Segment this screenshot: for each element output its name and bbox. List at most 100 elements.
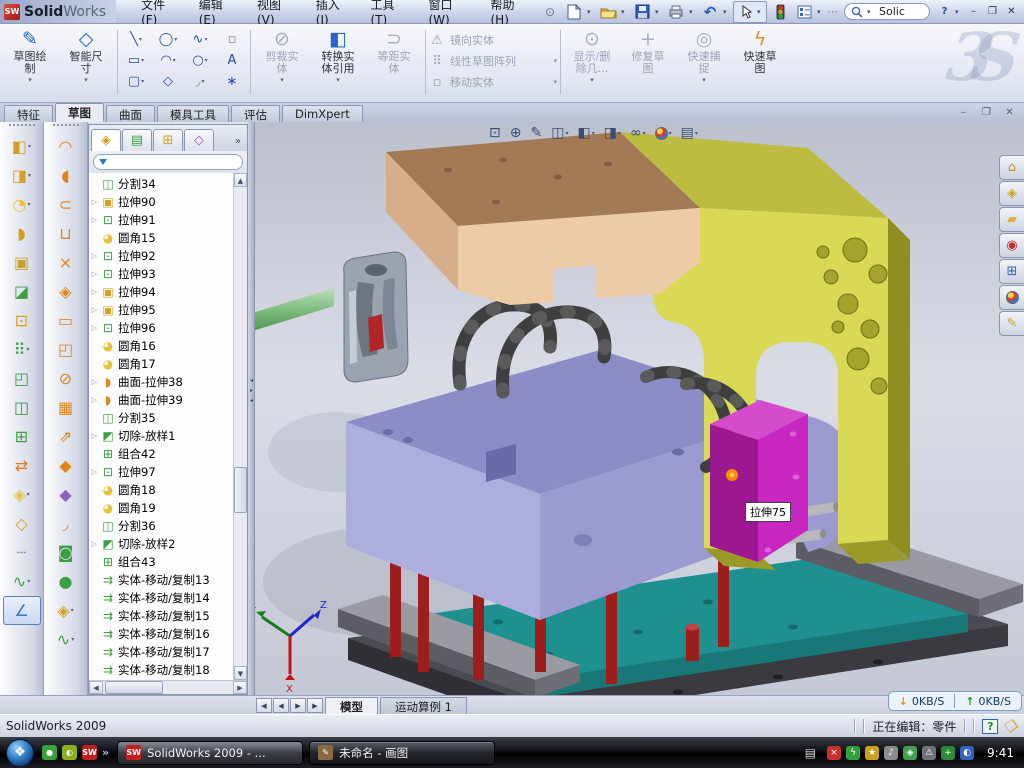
tray-language[interactable]: ◐ — [960, 746, 974, 760]
tray-sync[interactable]: ◈ — [903, 746, 917, 760]
save-icon[interactable] — [631, 2, 653, 22]
features-tool-12[interactable]: ◈▾ — [3, 480, 41, 509]
sketch-entity-tool-1-1[interactable]: ◠▾ — [153, 51, 183, 70]
help-button[interactable]: ? — [936, 4, 953, 19]
splitter-arrows[interactable]: ◂▸◂ — [248, 377, 255, 404]
surfaces-tool-17[interactable]: ∿▾ — [47, 625, 85, 654]
tree-item-分割36[interactable]: ◫分割36 — [89, 517, 233, 535]
toolbar-grip[interactable] — [53, 124, 79, 129]
dropdown-arrow-icon[interactable]: ▾ — [84, 76, 88, 84]
panel-splitter[interactable]: ◂▸◂ — [248, 122, 255, 695]
tree-item-圆角15[interactable]: ◕圆角15 — [89, 229, 233, 247]
surfaces-tool-4[interactable]: × — [47, 248, 85, 277]
rebuild-traffic-light-icon[interactable] — [769, 2, 791, 22]
tray-network-warning[interactable]: ⚠ — [922, 746, 936, 760]
part-green-bar[interactable] — [248, 288, 334, 336]
sketch-entity-tool-0-2[interactable]: ∿▾ — [185, 30, 215, 49]
ribbon-button-sketch[interactable]: ✎草图绘制▾ — [2, 26, 58, 84]
ribbon-button-display-delete-relations[interactable]: ⊙显示/删除几...▾ — [564, 26, 620, 84]
doc-restore-button[interactable]: ❐ — [978, 105, 995, 120]
taskpane-solidworks-resources[interactable]: ⌂ — [999, 155, 1024, 180]
print-icon[interactable] — [665, 2, 687, 22]
features-tool-15[interactable]: ∿▾ — [3, 567, 41, 596]
expand-arrow-icon[interactable]: ▷ — [89, 468, 100, 476]
featuremanager-tab[interactable]: ◈ — [91, 129, 121, 151]
sketch-entity-tool-2-0[interactable]: ▢▾ — [121, 72, 151, 91]
scrollbar-thumb[interactable] — [234, 467, 247, 513]
tray-defender[interactable]: + — [941, 746, 955, 760]
headsup-section-view[interactable]: ◫▾ — [548, 123, 571, 143]
dropdown-arrow-icon[interactable]: ▾ — [71, 607, 74, 614]
status-help-button[interactable]: ? — [982, 719, 998, 734]
dropdown-arrow-icon[interactable]: ▾ — [141, 78, 144, 85]
sketch-entity-tool-2-3[interactable]: ∗ — [217, 72, 247, 91]
quick-launch-solidworks[interactable]: SW — [82, 745, 97, 760]
propertymanager-tab[interactable]: ▤ — [122, 129, 152, 151]
select-tool[interactable]: ▾ — [733, 1, 767, 23]
headsup-zoom-to-area[interactable]: ⊕ — [507, 123, 525, 143]
scroll-right-arrow[interactable]: ▶ — [233, 681, 247, 694]
surfaces-tool-11[interactable]: ◆ — [47, 451, 85, 480]
tree-filter-input[interactable] — [93, 154, 243, 170]
toolbar-grip[interactable] — [9, 124, 35, 129]
expand-arrow-icon[interactable]: ▷ — [89, 324, 100, 332]
expand-arrow-icon[interactable]: ▷ — [89, 216, 100, 224]
features-tool-10[interactable]: ⊞ — [3, 422, 41, 451]
ribbon-button-move-entities[interactable]: ▫移动实体▾ — [429, 73, 557, 91]
save-dropdown[interactable]: ▾ — [655, 8, 663, 16]
taskpane-design-library[interactable]: ◈ — [999, 181, 1024, 206]
features-tool-4[interactable]: ▣ — [3, 248, 41, 277]
surfaces-tool-6[interactable]: ▭ — [47, 306, 85, 335]
sketch-entity-tool-2-2[interactable]: ◞▾ — [185, 72, 215, 91]
tree-item-圆角18[interactable]: ◕圆角18 — [89, 481, 233, 499]
quick-launch-more[interactable]: » — [102, 746, 109, 759]
undo-dropdown[interactable]: ▾ — [723, 8, 731, 16]
surfaces-tool-15[interactable]: ● — [47, 567, 85, 596]
tree-item-切除-放样2[interactable]: ▷◩切除-放样2 — [89, 535, 233, 553]
dropdown-arrow-icon[interactable]: ▾ — [28, 172, 31, 179]
quick-launch-messenger[interactable]: ● — [42, 745, 57, 760]
tree-item-实体-移动/复制14[interactable]: ⇉实体-移动/复制14 — [89, 589, 233, 607]
dropdown-arrow-icon[interactable]: ▾ — [27, 201, 30, 208]
ribbon-button-linear-sketch-pattern[interactable]: ⠿线性草图阵列▾ — [429, 52, 557, 70]
tree-item-组合42[interactable]: ⊞组合42 — [89, 445, 233, 463]
tree-item-实体-移动/复制17[interactable]: ⇉实体-移动/复制17 — [89, 643, 233, 661]
tree-item-拉伸93[interactable]: ▷⊡拉伸93 — [89, 265, 233, 283]
features-tool-9[interactable]: ◫ — [3, 393, 41, 422]
features-tool-13[interactable]: ◇ — [3, 509, 41, 538]
tree-item-切除-放样1[interactable]: ▷◩切除-放样1 — [89, 427, 233, 445]
tree-item-曲面-拉伸38[interactable]: ▷◗曲面-拉伸38 — [89, 373, 233, 391]
surfaces-tool-1[interactable]: ◖ — [47, 161, 85, 190]
dropdown-arrow-icon[interactable]: ▾ — [280, 76, 284, 84]
features-tool-2[interactable]: ◔▾ — [3, 190, 41, 219]
graphics-viewport[interactable]: Y Z X ⊡⊕✎◫▾◧▾◨▾∞▾▾▤▾ 拉伸75 ◂▸◂ ⌂◈▰◉⊞✎ — [248, 122, 1024, 695]
scrollbar-thumb[interactable] — [105, 681, 163, 694]
features-tool-14[interactable]: ┄ — [3, 538, 41, 567]
search-box[interactable]: ▾ Solic — [844, 3, 930, 20]
tree-horizontal-scrollbar[interactable]: ◀ ▶ — [89, 680, 247, 694]
features-tool-1[interactable]: ◨▾ — [3, 161, 41, 190]
expand-arrow-icon[interactable]: ▷ — [89, 396, 100, 404]
expand-arrow-icon[interactable]: ▷ — [89, 270, 100, 278]
sketch-entity-tool-0-1[interactable]: ◯▾ — [153, 30, 183, 49]
part-gray-clamp[interactable] — [344, 252, 408, 382]
headsup-scene[interactable]: ▤▾ — [678, 123, 701, 143]
features-tool-8[interactable]: ◰ — [3, 364, 41, 393]
configurationmanager-tab[interactable]: ⊞ — [153, 129, 183, 151]
tree-item-分割35[interactable]: ◫分割35 — [89, 409, 233, 427]
ribbon-button-convert-entities[interactable]: ◧转换实体引用▾ — [310, 26, 366, 84]
tree-item-拉伸97[interactable]: ▷⊡拉伸97 — [89, 463, 233, 481]
ribbon-button-repair-sketch[interactable]: +修复草图 — [620, 26, 676, 75]
dropdown-arrow-icon[interactable]: ▾ — [553, 57, 557, 65]
new-document-icon[interactable] — [563, 2, 585, 22]
app-close-button[interactable]: ✕ — [1003, 4, 1020, 19]
dropdown-arrow-icon[interactable]: ▾ — [27, 491, 30, 498]
tree-item-曲面-拉伸39[interactable]: ▷◗曲面-拉伸39 — [89, 391, 233, 409]
tree-item-圆角17[interactable]: ◕圆角17 — [89, 355, 233, 373]
sketch-entity-tool-0-3[interactable]: ▫ — [217, 30, 247, 49]
tree-item-拉伸92[interactable]: ▷⊡拉伸92 — [89, 247, 233, 265]
ribbon-button-rapid-sketch[interactable]: ϟ快速草图 — [732, 26, 788, 75]
expand-arrow-icon[interactable]: ▷ — [89, 288, 100, 296]
quick-launch-app[interactable]: ◐ — [62, 745, 77, 760]
tree-item-拉伸90[interactable]: ▷▣拉伸90 — [89, 193, 233, 211]
